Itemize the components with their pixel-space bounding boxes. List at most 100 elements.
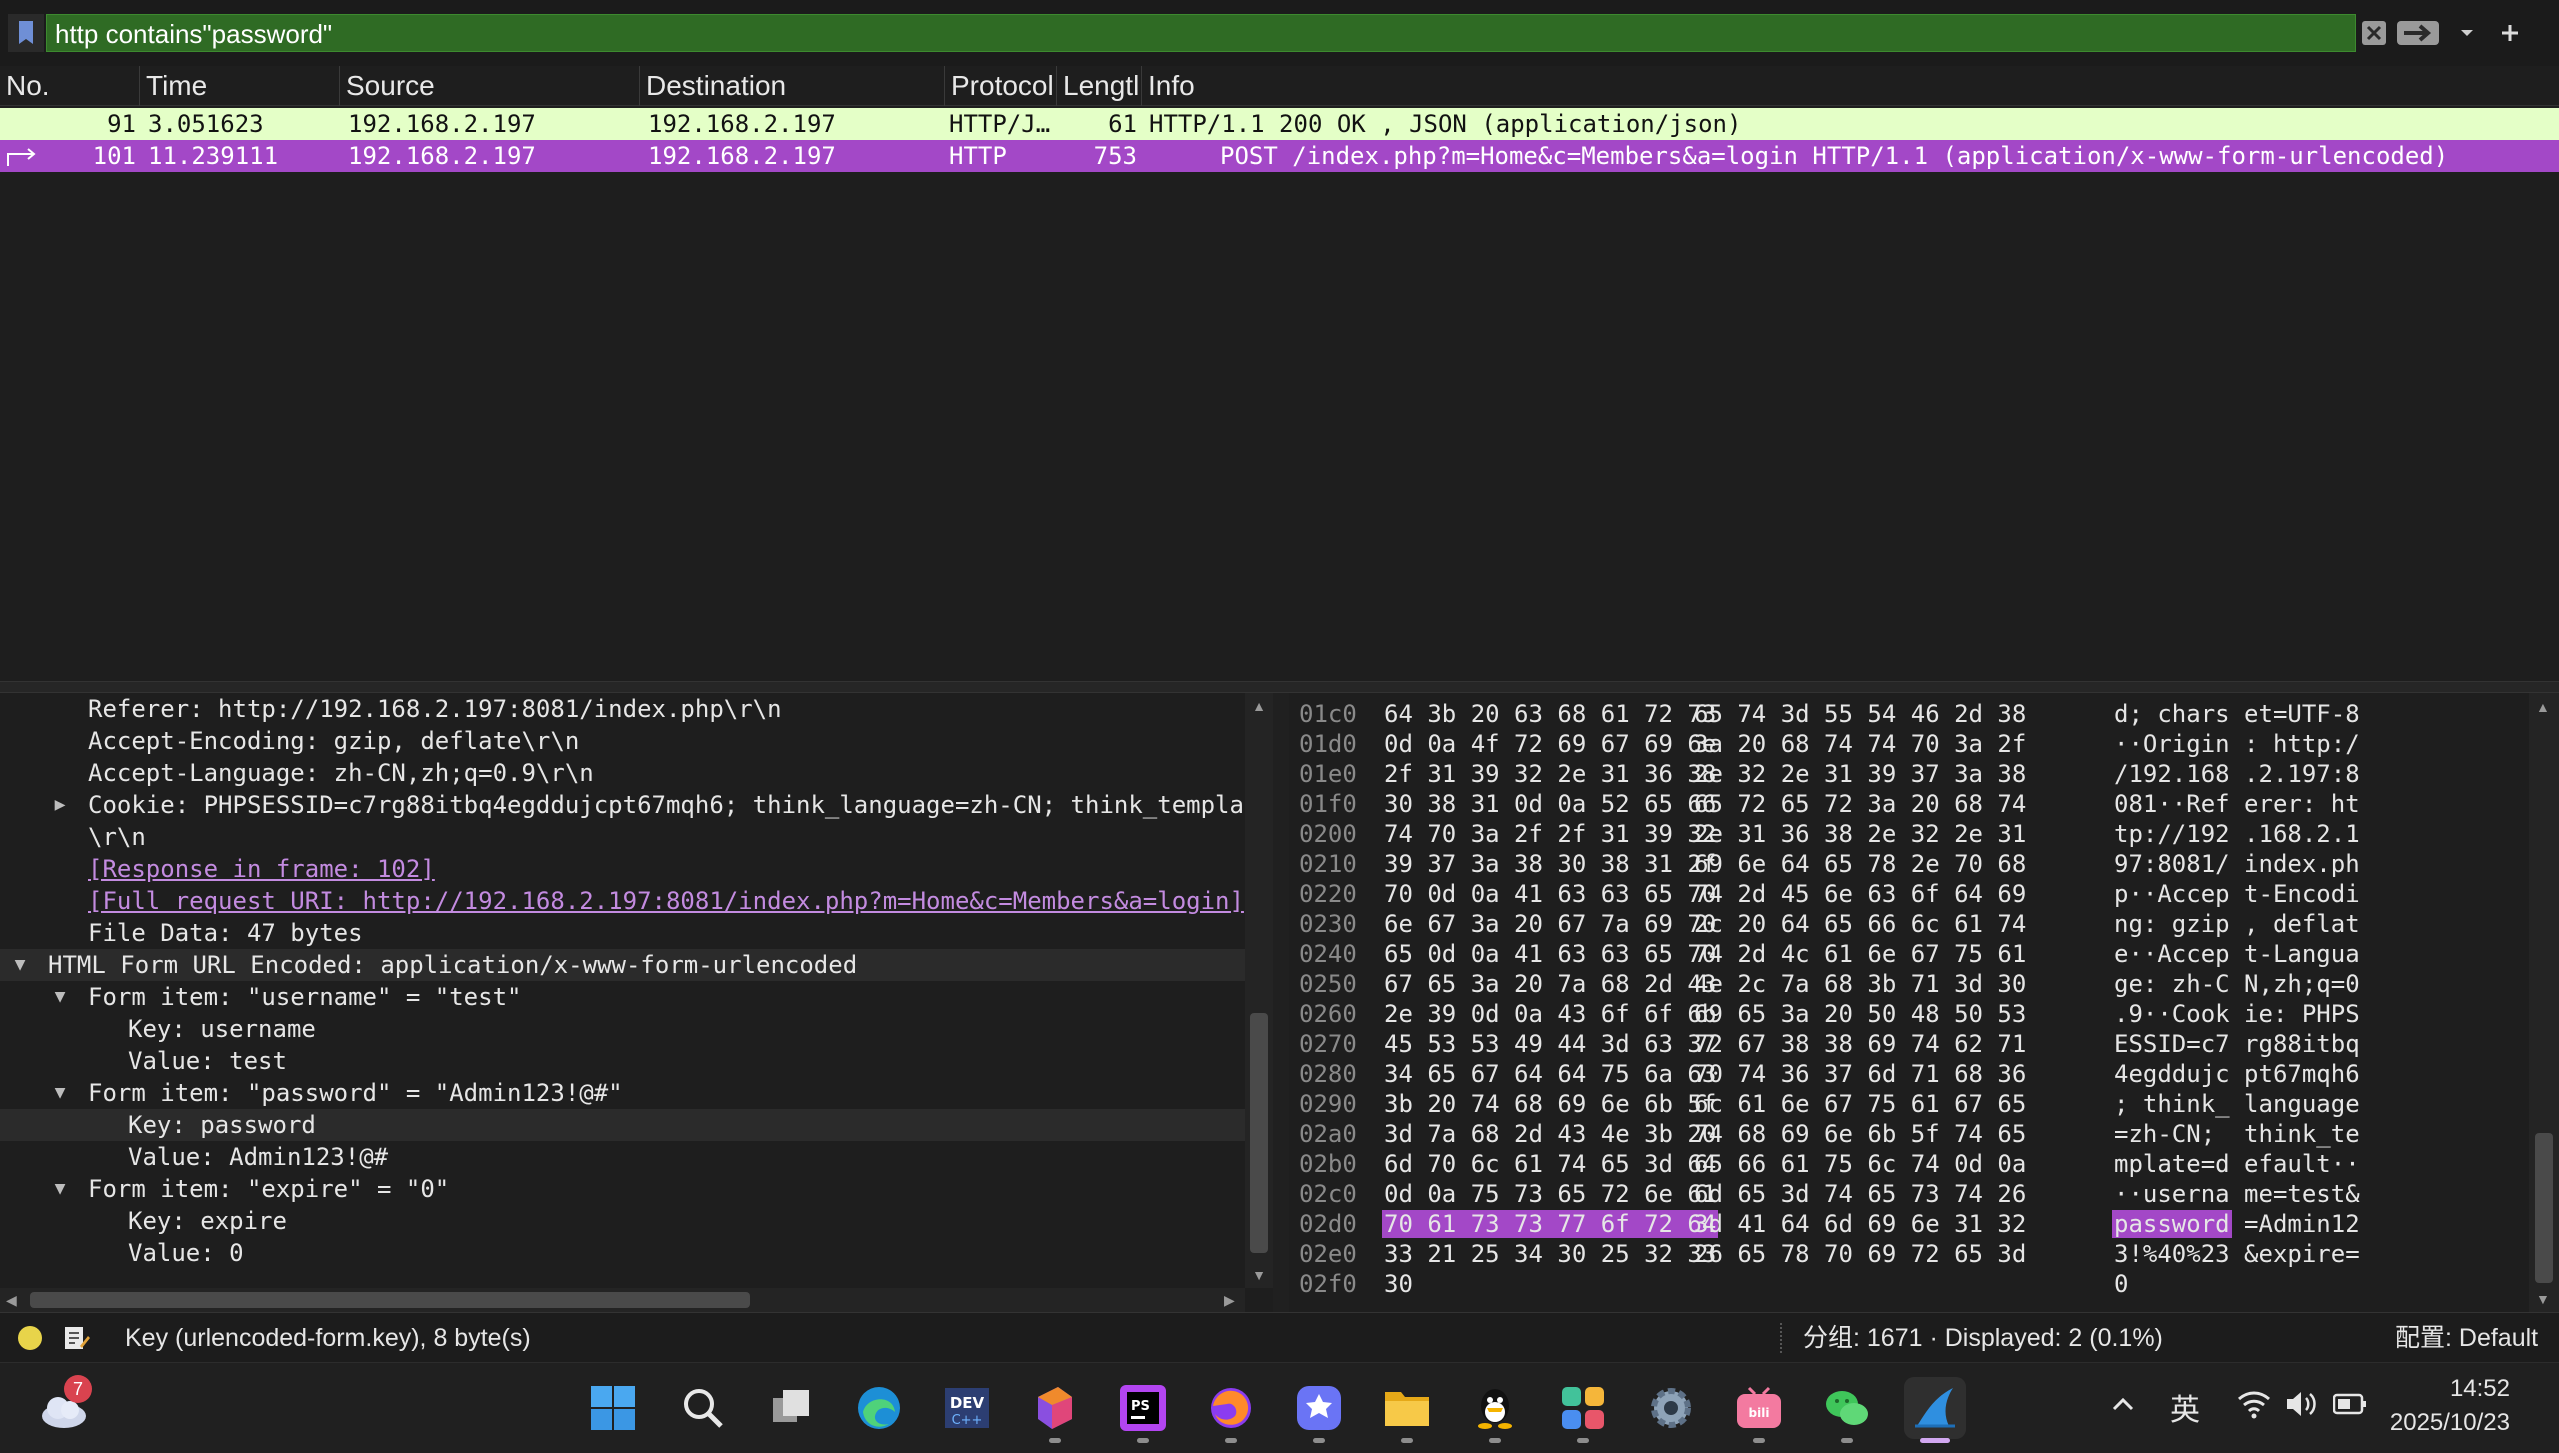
detail-line-selected[interactable]: Key: password [0,1109,1245,1141]
detail-line[interactable]: \r\n [0,821,1245,853]
settings-app[interactable] [1640,1377,1702,1439]
column-protocol[interactable]: Protocol [945,66,1057,106]
scroll-thumb[interactable] [1250,1013,1268,1253]
task-view-button[interactable] [760,1377,822,1439]
hex-row[interactable]: 0250 67 65 3a 20 7a 68 2d 43 4e 2c 7a 68 3… [1289,969,2529,999]
hex-row[interactable]: 0290 3b 20 74 68 69 6e 6b 5f 6c 61 6e 67 7… [1289,1089,2529,1119]
full-request-uri-link[interactable]: [Full request URI: http://192.168.2.197:… [88,885,1244,917]
expert-info-icon[interactable] [18,1326,42,1350]
detail-line[interactable]: ▶ Cookie: PHPSESSID=c7rg88itbq4egddujcpt6… [0,789,1245,821]
detail-line[interactable]: Key: expire [0,1205,1245,1237]
tray-overflow-icon[interactable] [2110,1391,2136,1422]
volume-icon[interactable] [2285,1389,2317,1424]
start-button[interactable] [582,1377,644,1439]
apply-filter-button[interactable] [2394,14,2442,52]
filter-history-dropdown[interactable] [2450,14,2484,52]
scroll-up-icon[interactable]: ▲ [1251,699,1267,713]
hex-row[interactable]: 02b0 6d 70 6c 61 74 65 3d 64 65 66 61 75 6… [1289,1149,2529,1179]
hex-row[interactable]: 0270 45 53 53 49 44 3d 63 37 72 67 38 38 6… [1289,1029,2529,1059]
response-frame-link[interactable]: [Response in frame: 102] [88,853,435,885]
edge-app[interactable] [848,1377,910,1439]
collapse-arrow-icon[interactable]: ▼ [48,981,72,1013]
pane-splitter-vertical[interactable] [1273,693,1289,1312]
qq-app[interactable] [1464,1377,1526,1443]
detail-line[interactable]: [Full request URI: http://192.168.2.197:… [0,885,1245,917]
file-explorer-app[interactable] [1376,1377,1438,1443]
hex-row[interactable]: 0240 65 0d 0a 41 63 63 65 70 74 2d 4c 61 6… [1289,939,2529,969]
scroll-thumb[interactable] [30,1292,750,1308]
collapse-arrow-icon[interactable]: ▼ [8,949,32,981]
app-shortcut[interactable] [1288,1377,1350,1443]
expand-arrow-icon[interactable]: ▶ [48,789,72,821]
hex-row[interactable]: 0280 34 65 67 64 64 75 6a 63 70 74 36 37 6… [1289,1059,2529,1089]
detail-line[interactable]: ▼ Form item: "username" = "test" [0,981,1245,1013]
hex-row[interactable]: 02d0 70 61 73 73 77 6f 72 64 3d 41 64 6d 6… [1289,1209,2529,1239]
hex-row[interactable]: 0220 70 0d 0a 41 63 63 65 70 74 2d 45 6e 6… [1289,879,2529,909]
ime-indicator[interactable]: 英 [2170,1385,2200,1429]
profile-selector[interactable]: 配置: Default [2395,1313,2538,1363]
hex-row[interactable]: 02c0 0d 0a 75 73 65 72 6e 61 6d 65 3d 74 6… [1289,1179,2529,1209]
hex-row[interactable]: 01c0 64 3b 20 63 68 61 72 73 65 74 3d 55 5… [1289,699,2529,729]
hex-row[interactable]: 0230 6e 67 3a 20 67 7a 69 70 2c 20 64 65 6… [1289,909,2529,939]
jetbrains-toolbox-app[interactable] [1024,1377,1086,1443]
edit-comment-icon[interactable] [62,1324,90,1352]
wechat-app[interactable] [1816,1377,1878,1443]
display-filter-input[interactable]: http contains"password" [46,14,2356,52]
detail-line[interactable]: Accept-Language: zh-CN,zh;q=0.9\r\n [0,757,1245,789]
detail-line[interactable]: ▼ Form item: "expire" = "0" [0,1173,1245,1205]
collapse-arrow-icon[interactable]: ▼ [48,1077,72,1109]
wifi-icon[interactable] [2237,1389,2271,1424]
detail-line[interactable]: Value: Admin123!@# [0,1141,1245,1173]
packet-row-selected[interactable]: 101 11.239111 192.168.2.197 192.168.2.19… [0,140,2559,172]
battery-icon[interactable] [2332,1393,2367,1420]
hex-row[interactable]: 01f0 30 38 31 0d 0a 52 65 66 65 72 65 72 3… [1289,789,2529,819]
detail-line[interactable]: File Data: 47 bytes [0,917,1245,949]
hex-row[interactable]: 02a0 3d 7a 68 2d 43 4e 3b 20 74 68 69 6e 6… [1289,1119,2529,1149]
details-vertical-scrollbar[interactable]: ▲ ▼ [1245,693,1273,1288]
hex-row[interactable]: 02e0 33 21 25 34 30 25 32 33 26 65 78 70 6… [1289,1239,2529,1269]
hex-row[interactable]: 02f0 30 0 [1289,1269,2529,1299]
phpstorm-app[interactable]: PS [1112,1377,1174,1443]
scroll-down-icon[interactable]: ▼ [1251,1268,1267,1282]
app-grid-shortcut[interactable] [1552,1377,1614,1443]
hex-row[interactable]: 01d0 0d 0a 4f 72 69 67 69 6e 3a 20 68 74 7… [1289,729,2529,759]
wireshark-app[interactable] [1904,1377,1966,1443]
hex-row[interactable]: 0260 2e 39 0d 0a 43 6f 6f 6b 69 65 3a 20 5… [1289,999,2529,1029]
collapse-arrow-icon[interactable]: ▼ [48,1173,72,1205]
detail-line[interactable]: Accept-Encoding: gzip, deflate\r\n [0,725,1245,757]
detail-line[interactable]: [Response in frame: 102] [0,853,1245,885]
detail-line[interactable]: ▼ Form item: "password" = "Admin123!@#" [0,1077,1245,1109]
bilibili-app[interactable]: bili [1728,1377,1790,1443]
column-info[interactable]: Info [1142,66,2559,106]
detail-line[interactable]: ▼ HTML Form URL Encoded: application/x-ww… [0,949,1245,981]
detail-line[interactable]: Value: 0 [0,1237,1245,1269]
clear-filter-button[interactable] [2358,14,2390,52]
detail-line[interactable]: Value: test [0,1045,1245,1077]
hex-row[interactable]: 0200 74 70 3a 2f 2f 31 39 32 2e 31 36 38 2… [1289,819,2529,849]
column-no[interactable]: No. [0,66,140,106]
scroll-up-icon[interactable]: ▲ [2536,699,2550,715]
scroll-thumb[interactable] [2535,1133,2553,1283]
weather-widget[interactable]: 7 [32,1375,94,1439]
scroll-right-icon[interactable]: ▶ [1224,1292,1235,1309]
column-length[interactable]: Lengtl [1057,66,1142,106]
details-horizontal-scrollbar[interactable]: ◀ ▶ [0,1288,1245,1312]
detail-line[interactable]: Key: username [0,1013,1245,1045]
column-source[interactable]: Source [340,66,640,106]
search-button[interactable] [672,1377,734,1439]
clock-time[interactable]: 14:52 [2390,1375,2510,1403]
detail-line[interactable]: Referer: http://192.168.2.197:8081/index… [0,693,1245,725]
bytes-vertical-scrollbar[interactable]: ▲ ▼ [2529,693,2559,1312]
hex-row[interactable]: 01e0 2f 31 39 32 2e 31 36 38 2e 32 2e 31 3… [1289,759,2529,789]
scroll-down-icon[interactable]: ▼ [2536,1291,2550,1307]
packet-row[interactable]: 91 3.051623 192.168.2.197 192.168.2.197 … [0,108,2559,140]
devcpp-app[interactable]: DEV C++ [936,1377,998,1439]
clock-date[interactable]: 2025/10/23 [2380,1409,2510,1437]
pane-splitter[interactable] [0,681,2559,693]
column-time[interactable]: Time [140,66,340,106]
scroll-left-icon[interactable]: ◀ [6,1292,17,1309]
firefox-app[interactable] [1200,1377,1262,1443]
column-destination[interactable]: Destination [640,66,945,106]
filter-bookmark-button[interactable] [8,14,44,52]
add-filter-button[interactable] [2490,14,2530,52]
